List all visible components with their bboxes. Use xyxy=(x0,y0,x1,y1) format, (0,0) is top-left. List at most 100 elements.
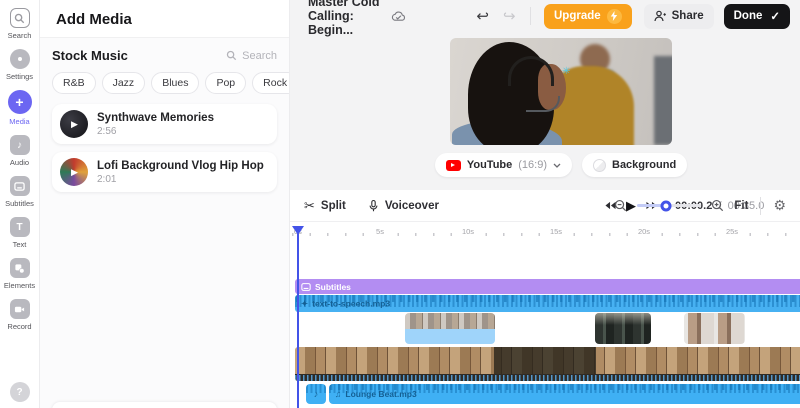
sidebar-label: Search xyxy=(7,31,32,40)
genre-chip-pop[interactable]: Pop xyxy=(205,72,247,94)
zoom-in-button[interactable] xyxy=(711,199,724,212)
sidebar-item-elements[interactable]: Elements xyxy=(0,258,40,290)
sidebar-label: Audio xyxy=(9,158,30,167)
timeline-zoom-slider[interactable] xyxy=(637,200,702,211)
sidebar-item-search[interactable]: Search xyxy=(0,8,40,40)
plus-icon: + xyxy=(7,90,32,114)
play-icon[interactable]: ▶ xyxy=(71,119,78,130)
upgrade-label: Upgrade xyxy=(553,10,601,22)
gear-icon xyxy=(9,49,30,69)
track-duration: 2:01 xyxy=(97,173,117,185)
timeline-settings-icon[interactable]: ⚙ xyxy=(773,197,786,214)
share-label: Share xyxy=(671,10,704,22)
search-icon xyxy=(226,50,237,61)
music-item-synthwave[interactable]: ▶ Synthwave Memories 2:56 xyxy=(52,104,277,144)
voiceover-label: Voiceover xyxy=(384,199,439,212)
subtitles-track[interactable]: Subtitles xyxy=(295,279,800,294)
music-clip-label: Lounge Beat.mp3 xyxy=(345,389,417,399)
split-button[interactable]: ✂ Split xyxy=(304,198,346,214)
elements-icon xyxy=(9,258,30,278)
sidebar-item-audio[interactable]: ♪ Audio xyxy=(0,135,40,167)
playhead[interactable] xyxy=(292,226,304,408)
redo-button[interactable]: ↪ xyxy=(503,7,516,25)
sidebar-label: Text xyxy=(12,240,27,249)
genre-chip-rock[interactable]: Rock xyxy=(252,72,289,94)
overlay-clip-3[interactable] xyxy=(684,313,745,344)
music-clip-short[interactable]: ♪ xyxy=(306,384,326,404)
slider-thumb[interactable] xyxy=(660,200,672,211)
background-button[interactable]: Background xyxy=(582,153,688,177)
sidebar-item-record[interactable]: Record xyxy=(0,299,40,331)
time-ruler[interactable]: 0s 5s 10s 15s 20s 25s 30s 35s 40s xyxy=(290,222,800,244)
color-swatch xyxy=(593,158,606,172)
music-note-icon: ♪ xyxy=(9,135,30,155)
video-editor-app: Search Settings + Media ♪ Audio Subtitle… xyxy=(0,0,800,408)
timeline-tracks: Subtitles ✦ text-to-speech.mp3 ♪ ♫ Loung… xyxy=(290,244,800,408)
music-item-lofi[interactable]: ▶ Lofi Background Vlog Hip Hop 2:01 xyxy=(52,152,277,192)
upgrade-button[interactable]: Upgrade xyxy=(543,3,632,29)
done-button[interactable]: Done ✓ xyxy=(723,3,790,29)
genre-chips: R&B Jazz Blues Pop Rock ⋯ xyxy=(52,72,289,94)
project-title[interactable]: Master Cold Calling: Begin... xyxy=(308,0,383,37)
aspect-ratio-dropdown[interactable]: YouTube (16:9) xyxy=(434,153,572,177)
sidebar-label: Elements xyxy=(3,281,36,290)
ruler-label: 10s xyxy=(459,227,477,236)
camera-icon xyxy=(9,299,30,319)
overlay-clip-2[interactable] xyxy=(595,313,651,344)
voiceover-button[interactable]: Voiceover xyxy=(368,199,439,213)
divider xyxy=(760,196,762,215)
main-video-clip[interactable] xyxy=(295,347,800,381)
fit-button[interactable]: Fit xyxy=(734,200,748,212)
panel-title: Add Media xyxy=(40,0,289,38)
sparkle-icon: ✳ xyxy=(562,66,571,77)
lightning-icon xyxy=(606,8,622,24)
microphone-icon xyxy=(369,199,378,211)
video-canvas[interactable]: ✳ xyxy=(450,38,672,145)
platform-label: YouTube xyxy=(466,159,513,171)
text-icon: T xyxy=(9,217,30,237)
sidebar-label: Record xyxy=(7,322,32,331)
canvas-controls: YouTube (16:9) Background xyxy=(434,153,688,177)
sidebar-item-media[interactable]: + Media xyxy=(0,90,40,126)
help-button[interactable]: ? xyxy=(0,382,40,402)
sidebar-item-settings[interactable]: Settings xyxy=(0,49,40,81)
cloud-saved-icon xyxy=(391,10,406,22)
stock-music-section: Stock Music Search R&B Jazz Blues Pop Ro… xyxy=(40,38,289,408)
album-art: ▶ xyxy=(60,110,88,138)
sidebar-item-text[interactable]: T Text xyxy=(0,217,40,249)
youtube-icon xyxy=(445,159,461,171)
attached-audio xyxy=(405,329,495,344)
timeline: ✂ Split Voiceover ▶ 00:00.2 / 00:35.0 xyxy=(290,190,800,408)
genre-chip-jazz[interactable]: Jazz xyxy=(101,72,146,94)
sidebar-label: Settings xyxy=(5,72,34,81)
search-icon xyxy=(9,8,30,28)
sidebar-item-subtitles[interactable]: Subtitles xyxy=(0,176,40,208)
track-title: Lofi Background Vlog Hip Hop xyxy=(97,160,264,173)
sidebar: Search Settings + Media ♪ Audio Subtitle… xyxy=(0,0,40,408)
subtitles-icon xyxy=(9,176,30,196)
scissors-icon: ✂ xyxy=(304,197,315,213)
filmstrip xyxy=(405,313,495,329)
overlay-clip-1[interactable] xyxy=(405,313,495,344)
attached-audio xyxy=(295,374,800,381)
play-icon[interactable]: ▶ xyxy=(71,167,78,178)
music-item-partial[interactable] xyxy=(52,402,277,408)
music-note-icon: ♪ xyxy=(313,389,319,399)
add-media-panel: Add Media Stock Music Search R&B Jazz Bl… xyxy=(40,0,290,408)
sidebar-label: Subtitles xyxy=(5,199,34,208)
undo-button[interactable]: ↩ xyxy=(476,7,489,25)
zoom-out-button[interactable] xyxy=(614,199,627,212)
stock-music-search[interactable]: Search xyxy=(226,50,277,62)
done-label: Done xyxy=(733,10,763,22)
subtitles-track-label: Subtitles xyxy=(315,281,351,292)
share-button[interactable]: Share xyxy=(643,3,714,29)
speech-audio-clip[interactable]: ✦ text-to-speech.mp3 xyxy=(295,295,800,312)
genre-chip-rnb[interactable]: R&B xyxy=(52,72,96,94)
music-clip-lounge[interactable]: ♫ Lounge Beat.mp3 xyxy=(329,384,800,404)
track-title: Synthwave Memories xyxy=(97,112,214,125)
chevron-down-icon xyxy=(553,163,561,168)
check-icon: ✓ xyxy=(770,11,780,23)
genre-chip-blues[interactable]: Blues xyxy=(151,72,200,94)
main-area: Master Cold Calling: Begin... ↩ ↪ Upgrad… xyxy=(290,0,800,408)
timeline-body: 0s 5s 10s 15s 20s 25s 30s 35s 40s Subtit… xyxy=(290,222,800,408)
